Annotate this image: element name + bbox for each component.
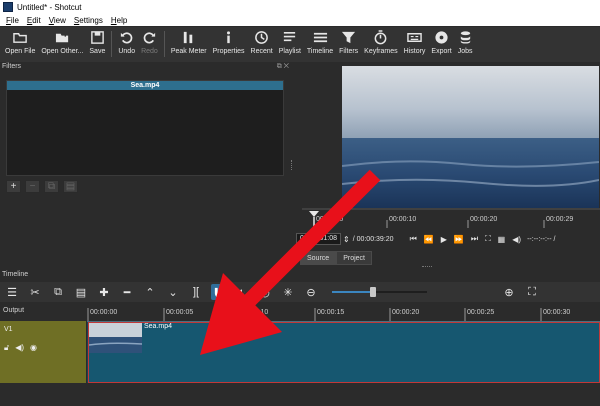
recent-button[interactable]: Recent	[248, 27, 276, 62]
zoom-in-icon[interactable]: ⊕	[501, 284, 517, 300]
lock-icon[interactable]: 🔓︎	[4, 343, 9, 353]
keyframes-button[interactable]: Keyframes	[361, 27, 400, 62]
filters-buttons: + − ⧉ ▤	[6, 180, 78, 194]
jobs-icon	[460, 31, 470, 44]
undo-button[interactable]: Undo	[115, 27, 138, 62]
zoom-player-icon[interactable]: ⛶	[485, 234, 491, 244]
append-icon[interactable]: ✚	[96, 284, 112, 300]
copy-filter-button[interactable]: ⧉	[44, 180, 59, 193]
playlist-icon	[284, 31, 296, 42]
eye-icon[interactable]: ◉	[30, 343, 37, 353]
menu-edit[interactable]: Edit	[23, 16, 45, 25]
skip-next-icon[interactable]: ⏭	[471, 234, 478, 244]
ruler-tick-label: 00:00:10	[389, 216, 417, 223]
minus-icon: −	[29, 181, 36, 192]
zoom-fit-icon[interactable]: ⛶	[524, 284, 540, 300]
open-other-button[interactable]: Open Other...	[38, 27, 86, 62]
title-bar: Untitled* - Shotcut	[0, 0, 600, 14]
paste-icon: ▤	[65, 181, 76, 192]
timeline-menu-icon[interactable]: ☰	[4, 284, 20, 300]
redo-icon	[143, 32, 156, 44]
open-file-button[interactable]: Open File	[2, 27, 38, 62]
keyframes-icon	[375, 30, 387, 45]
overwrite-icon[interactable]: ⌄	[165, 284, 181, 300]
shotcut-app-icon	[3, 2, 13, 12]
menu-settings[interactable]: Settings	[70, 16, 107, 25]
undo-icon	[121, 32, 133, 44]
rewind-icon[interactable]: ⏪	[424, 235, 434, 244]
volume-icon[interactable]: ◀)	[512, 235, 521, 244]
peak-meter-button[interactable]: Peak Meter	[168, 27, 210, 62]
window-title: Untitled* - Shotcut	[17, 2, 82, 12]
plus-icon: +	[10, 181, 17, 192]
filters-selected-clip: Sea.mp4	[7, 81, 283, 90]
jobs-button[interactable]: Jobs	[455, 27, 476, 62]
timeline-tick-label: 00:00:20	[392, 309, 420, 316]
cut-icon[interactable]: ✂	[27, 284, 43, 300]
menu-file[interactable]: File	[2, 16, 23, 25]
save-icon	[91, 31, 104, 44]
copy-icon[interactable]: ⧉	[50, 284, 66, 300]
paste-filter-button[interactable]: ▤	[63, 180, 78, 193]
timeline-tick-label: 00:00:25	[467, 309, 495, 316]
filters-panel-header: Filters ⧉ ✕	[2, 63, 289, 71]
toolbar-separator	[163, 31, 165, 57]
lift-icon[interactable]: ⌃	[142, 284, 158, 300]
save-button[interactable]: Save	[86, 27, 108, 62]
toolbar-separator	[111, 31, 113, 57]
properties-button[interactable]: Properties	[210, 27, 248, 62]
history-icon	[407, 33, 422, 42]
clip-label: Sea.mp4	[144, 323, 173, 330]
timeline-tick-label: 00:00:00	[90, 309, 118, 316]
grid-icon[interactable]: ▦	[498, 235, 506, 244]
copy-icon: ⧉	[47, 181, 56, 192]
remove-filter-button[interactable]: −	[25, 180, 40, 193]
peak-meter-icon	[184, 31, 193, 44]
ripple-delete-icon[interactable]: ━	[119, 284, 135, 300]
clip-thumbnail	[89, 323, 142, 353]
recent-icon	[255, 31, 268, 44]
properties-icon	[227, 31, 231, 44]
menu-view[interactable]: View	[45, 16, 70, 25]
open-file-icon	[12, 33, 27, 43]
play-icon[interactable]: ▶	[441, 235, 447, 244]
export-button[interactable]: Export	[428, 27, 454, 62]
mute-icon[interactable]: ◀)	[15, 343, 24, 353]
menu-bar: File Edit View Settings Help	[0, 14, 600, 26]
filters-list[interactable]: Sea.mp4	[6, 80, 284, 176]
timeline-icon	[313, 32, 327, 43]
ruler-tick-label: 00:00:29	[546, 216, 574, 223]
ruler-tick-label: 00:00:20	[470, 216, 498, 223]
redo-button[interactable]: Redo	[138, 27, 161, 62]
export-icon	[435, 31, 448, 44]
filters-button[interactable]: Filters	[336, 27, 361, 62]
red-arrow-annotation	[200, 169, 381, 355]
playlist-button[interactable]: Playlist	[276, 27, 304, 62]
track-controls: 🔓︎ ◀) ◉	[4, 343, 37, 353]
paste-icon[interactable]: ▤	[73, 284, 89, 300]
splitter-handle[interactable]	[422, 266, 432, 268]
timeline-empty-area	[0, 384, 600, 406]
filters-icon	[342, 31, 356, 44]
timeline-tick-label: 00:00:30	[543, 309, 571, 316]
main-toolbar: Open File Open Other... Save Undo Redo P…	[0, 27, 600, 62]
dock-float-close-icon[interactable]: ⧉ ✕	[277, 63, 289, 71]
skip-previous-icon[interactable]: ⏮	[410, 234, 417, 244]
open-other-icon	[55, 30, 68, 43]
menu-help[interactable]: Help	[107, 16, 131, 25]
fast-forward-icon[interactable]: ⏩	[454, 235, 464, 244]
output-label: Output	[3, 307, 25, 314]
in-out-label: --:--:--:-- /	[527, 235, 556, 243]
timeline-button[interactable]: Timeline	[304, 27, 336, 62]
track-name: V1	[4, 326, 13, 333]
add-filter-button[interactable]: +	[6, 180, 21, 193]
history-button[interactable]: History	[401, 27, 429, 62]
